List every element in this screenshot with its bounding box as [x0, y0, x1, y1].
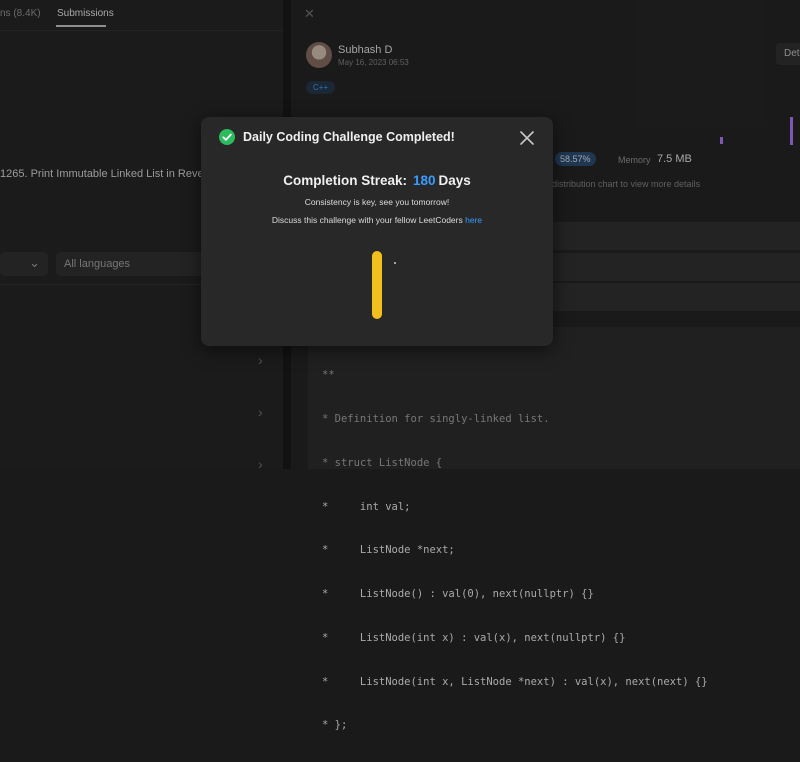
animation-particle: [394, 262, 396, 264]
code-line: * ListNode(int x, ListNode *next) : val(…: [322, 675, 708, 688]
streak-value: 180: [412, 173, 436, 188]
streak-label: Completion Streak:: [283, 173, 407, 188]
discuss-link[interactable]: here: [465, 215, 482, 225]
close-icon[interactable]: [517, 128, 537, 148]
code-line: * };: [322, 719, 348, 732]
consistency-message: Consistency is key, see you tomorrow!: [304, 197, 450, 207]
celebration-animation: [372, 251, 382, 319]
modal-title: Daily Coding Challenge Completed!: [243, 130, 455, 144]
check-circle-icon: [219, 129, 235, 145]
code-line: * ListNode() : val(0), next(nullptr) {}: [322, 588, 594, 601]
discuss-message: Discuss this challenge with your fellow …: [201, 215, 553, 225]
streak-unit: Days: [438, 173, 471, 188]
completion-streak: Completion Streak: 180 Days: [201, 173, 553, 188]
discuss-text: Discuss this challenge with your fellow …: [271, 215, 463, 225]
code-line: * int val;: [322, 500, 411, 513]
code-line: * ListNode *next;: [322, 544, 455, 557]
code-line: * ListNode(int x) : val(x), next(nullptr…: [322, 631, 626, 644]
completion-modal: Daily Coding Challenge Completed! Comple…: [201, 117, 553, 346]
